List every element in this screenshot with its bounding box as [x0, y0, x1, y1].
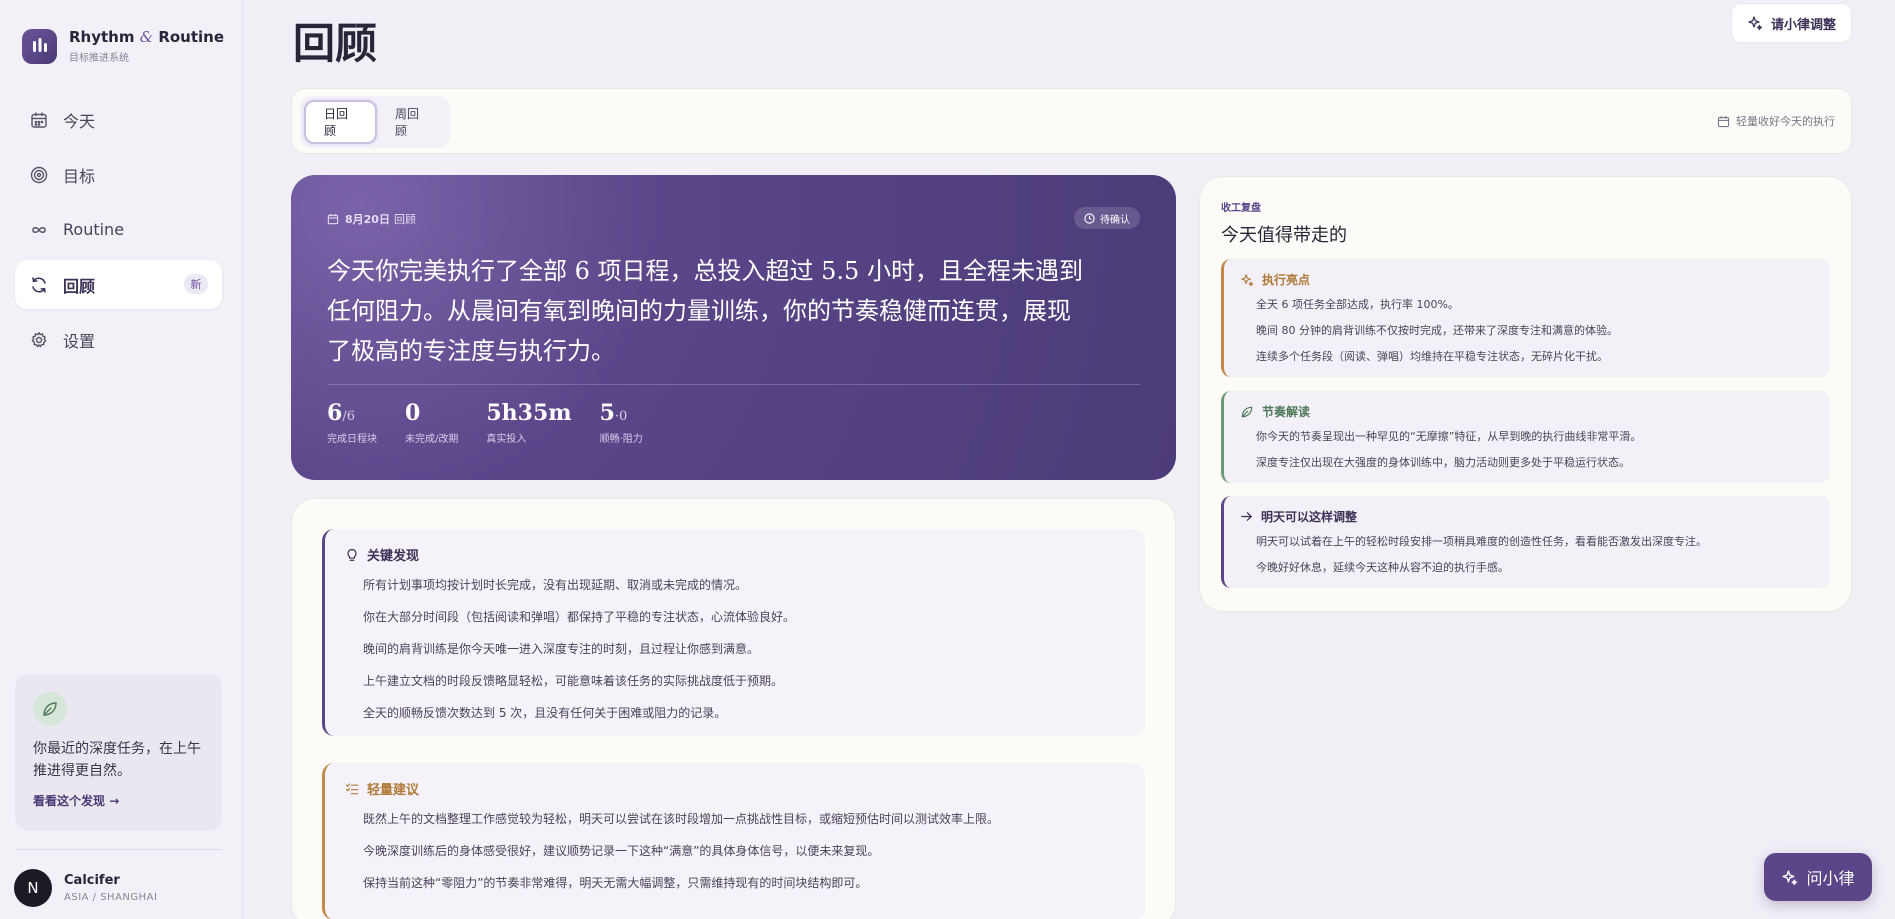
user-location: ASIA / SHANGHAI: [64, 892, 158, 903]
review-title: 今天值得带走的: [1221, 225, 1347, 246]
leaf-icon: [33, 692, 67, 726]
daily-summary-card: 8月20日 回顾 待确认 今天你完美执行了全部 6 项日程，总投入超过 5.5 …: [291, 175, 1176, 480]
key-findings: 关键发现 所有计划事项均按计划时长完成，没有出现延期、取消或未完成的情况。 你在…: [322, 529, 1145, 736]
sidebar-item-label: 设置: [63, 331, 96, 351]
calendar-icon: [327, 213, 339, 225]
page-title: 回顾: [293, 19, 378, 68]
calendar-icon: [29, 110, 49, 130]
user-profile[interactable]: N Calcifer ASIA / SHANGHAI: [14, 869, 157, 907]
list-item: 保持当前这种“零阻力”的节奏非常难得，明天无需大幅调整，只需维持现有的时间块结构…: [363, 876, 868, 890]
tab-weekly-review[interactable]: 周回顾: [377, 100, 446, 144]
stat-completed: 6/6 完成日程块: [327, 400, 377, 445]
gear-icon: [29, 330, 49, 350]
list-item: 所有计划事项均按计划时长完成，没有出现延期、取消或未完成的情况。: [363, 578, 748, 592]
list-item: 全天 6 项任务全部达成，执行率 100%。: [1256, 298, 1459, 311]
list-item: 深度专注仅出现在大强度的身体训练中，脑力活动则更多处于平稳运行状态。: [1256, 456, 1630, 469]
divider: [327, 384, 1140, 385]
arrow-right-icon: →: [109, 794, 120, 808]
sidebar-nav: 今天 目标 Routine 回顾 新 设置: [15, 95, 222, 370]
sidebar-item-label: 今天: [63, 111, 96, 131]
review-date: 8月20日 回顾: [327, 211, 416, 227]
insight-card: 你最近的深度任务，在上午推进得更自然。 看看这个发现 →: [15, 674, 222, 831]
list-item: 上午建立文档的时段反馈略显轻松，可能意味着该任务的实际挑战度低于预期。: [363, 674, 784, 688]
clock-icon: [1084, 212, 1095, 224]
tab-hint: 轻量收好今天的执行: [1717, 113, 1835, 129]
sidebar-item-label: 目标: [63, 166, 96, 186]
stat-time: 5h35m 真实投入: [486, 400, 572, 445]
tab-group: 日回顾 周回顾: [300, 96, 450, 148]
brand-name: Rhythm & Routine: [69, 28, 225, 46]
insight-text: 你最近的深度任务，在上午推进得更自然。: [33, 741, 201, 779]
avatar: N: [14, 869, 52, 907]
highlights-block: 执行亮点 全天 6 项任务全部达成，执行率 100%。 晚间 80 分钟的肩背训…: [1221, 259, 1830, 377]
review-kicker: 收工复盘: [1221, 203, 1261, 214]
tab-daily-review[interactable]: 日回顾: [304, 100, 377, 144]
sidebar-item-label: Routine: [63, 220, 125, 239]
target-icon: [29, 165, 49, 185]
list-item: 今晚好好休息，延续今天这种从容不迫的执行手感。: [1256, 561, 1509, 574]
list-item: 全天的顺畅反馈次数达到 5 次，且没有任何关于困难或阻力的记录。: [363, 706, 727, 720]
sidebar-item-today[interactable]: 今天: [15, 95, 222, 144]
brand-logo-icon: [22, 28, 57, 64]
list-item: 今晚深度训练后的身体感受很好，建议顺势记录一下这种“满意”的具体身体信号，以便未…: [363, 844, 880, 858]
summary-text: 今天你完美执行了全部 6 项日程，总投入超过 5.5 小时，且全程未遇到任何阻力…: [327, 257, 1083, 365]
stat-flow: 5·0 顺畅·阻力: [599, 400, 643, 445]
list-item: 连续多个任务段（阅读、弹唱）均维持在平稳专注状态，无碎片化干扰。: [1256, 350, 1608, 363]
insight-link[interactable]: 看看这个发现 →: [33, 792, 204, 809]
tomorrow-block: 明天可以这样调整 明天可以试着在上午的轻松时段安排一项稍具难度的创造性任务，看看…: [1221, 496, 1830, 588]
list-item: 既然上午的文档整理工作感觉较为轻松，明天可以尝试在该时段增加一点挑战性目标，或缩…: [363, 812, 1000, 826]
closing-review-panel: 收工复盘 今天值得带走的 执行亮点 全天 6 项任务全部达成，执行率 100%。…: [1199, 176, 1852, 612]
list-item: 晚间 80 分钟的肩背训练不仅按时完成，还带来了深度专注和满意的体验。: [1256, 324, 1618, 337]
sidebar-item-goals[interactable]: 目标: [15, 150, 222, 199]
list-item: 你今天的节奏呈现出一种罕见的“无摩擦”特征，从早到晚的执行曲线非常平滑。: [1256, 430, 1642, 443]
brand-subtitle: 目标推进系统: [69, 53, 129, 64]
list-item: 明天可以试着在上午的轻松时段安排一项稍具难度的创造性任务，看看能否激发出深度专注…: [1256, 535, 1707, 548]
sidebar: Rhythm & Routine 目标推进系统 今天 目标 Routine 回顾…: [0, 0, 243, 919]
sparkle-icon: [1781, 869, 1798, 886]
infinity-icon: [29, 220, 49, 240]
new-badge: 新: [184, 274, 208, 294]
rhythm-block: 节奏解读 你今天的节奏呈现出一种罕见的“无摩擦”特征，从早到晚的执行曲线非常平滑…: [1221, 391, 1830, 483]
sparkle-icon: [1240, 273, 1254, 287]
sidebar-item-label: 回顾: [63, 276, 96, 296]
brand[interactable]: Rhythm & Routine 目标推进系统: [22, 28, 224, 64]
calendar-icon: [1717, 115, 1730, 128]
divider: [15, 849, 222, 850]
refresh-icon: [29, 275, 49, 295]
list-item: 你在大部分时间段（包括阅读和弹唱）都保持了平稳的专注状态，心流体验良好。: [363, 610, 796, 624]
user-name: Calcifer: [64, 873, 120, 888]
suggestions: 轻量建议 既然上午的文档整理工作感觉较为轻松，明天可以尝试在该时段增加一点挑战性…: [322, 763, 1145, 919]
arrow-right-icon: [1240, 510, 1253, 523]
sidebar-item-settings[interactable]: 设置: [15, 315, 222, 364]
leaf-icon: [1240, 405, 1254, 419]
ask-assistant-button[interactable]: 问小律: [1764, 853, 1872, 901]
status-badge[interactable]: 待确认: [1074, 207, 1140, 229]
checklist-icon: [345, 782, 359, 796]
lightbulb-icon: [345, 548, 359, 562]
review-tabbar: 日回顾 周回顾 轻量收好今天的执行: [291, 88, 1852, 154]
sparkle-icon: [1747, 15, 1763, 31]
findings-panel: 关键发现 所有计划事项均按计划时长完成，没有出现延期、取消或未完成的情况。 你在…: [291, 498, 1176, 919]
sidebar-item-review[interactable]: 回顾 新: [15, 260, 222, 309]
stats-row: 6/6 完成日程块 0 未完成/改期 5h35m 真实投入 5·0 顺畅·阻力: [327, 400, 671, 445]
sidebar-item-routine[interactable]: Routine: [15, 205, 222, 254]
stat-missed: 0 未完成/改期: [405, 400, 459, 445]
ask-adjust-button[interactable]: 请小律调整: [1731, 3, 1852, 43]
list-item: 晚间的肩背训练是你今天唯一进入深度专注的时刻，且过程让你感到满意。: [363, 642, 760, 656]
